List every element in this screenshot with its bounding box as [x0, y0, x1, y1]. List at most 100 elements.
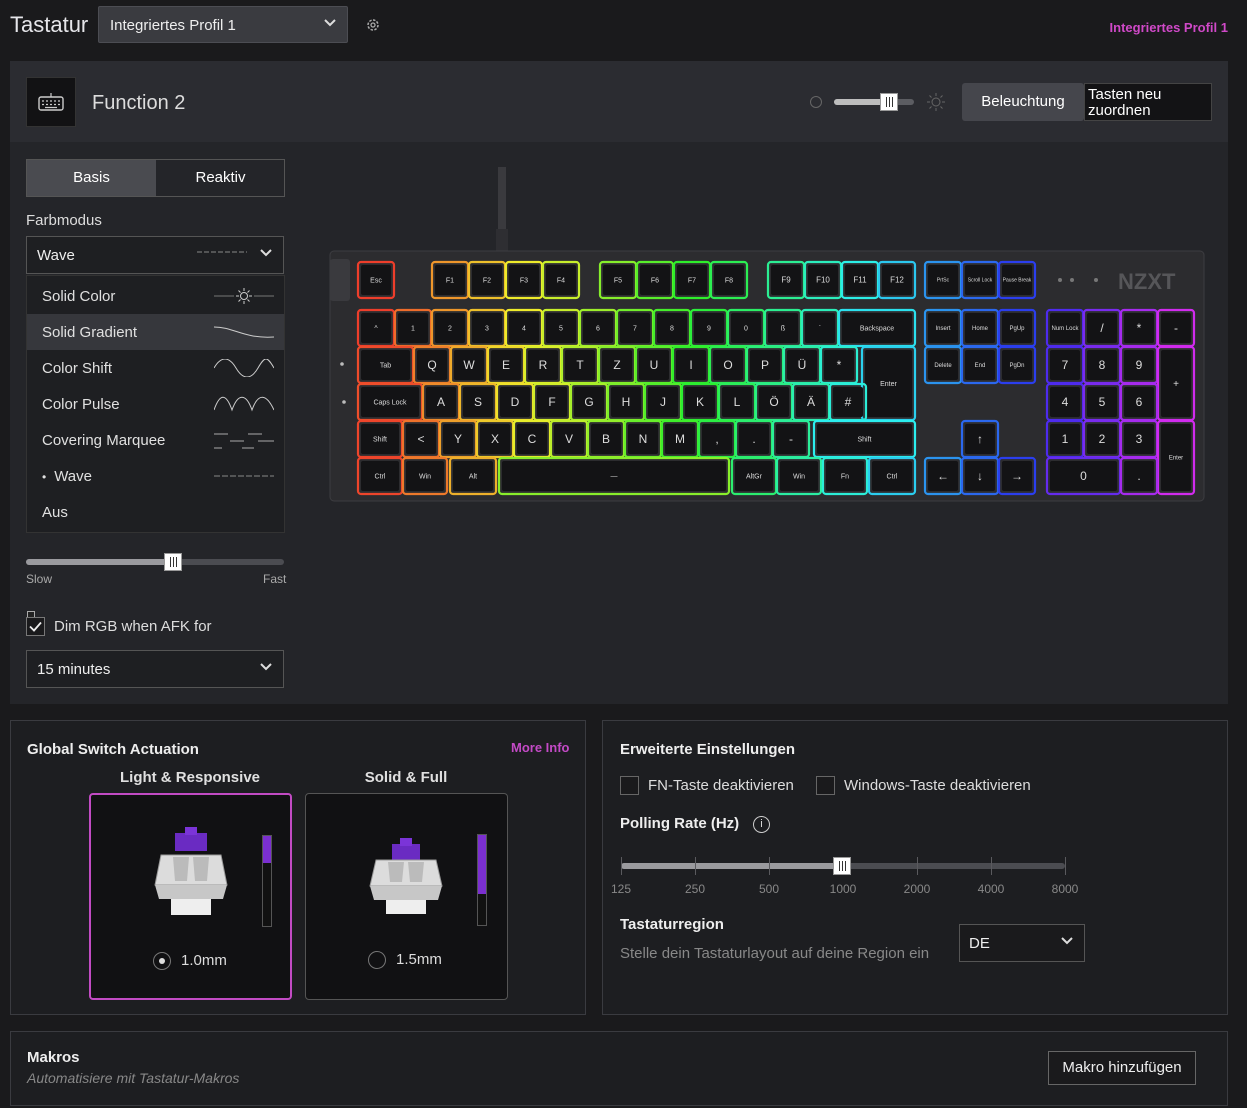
key[interactable]: N: [623, 419, 663, 459]
key[interactable]: O: [708, 345, 748, 385]
key[interactable]: PgUp: [997, 308, 1037, 348]
key[interactable]: Ctrl: [867, 456, 917, 496]
key[interactable]: PgDn: [997, 345, 1037, 385]
key[interactable]: I: [671, 345, 711, 385]
more-info-link[interactable]: More Info: [511, 740, 570, 755]
key[interactable]: Scroll Lock: [960, 260, 1000, 300]
radio-1-5mm[interactable]: [368, 951, 386, 969]
key[interactable]: S: [458, 382, 498, 422]
key[interactable]: G: [569, 382, 609, 422]
afk-duration-dropdown[interactable]: 15 minutes: [26, 650, 284, 688]
key[interactable]: ←: [923, 456, 963, 496]
remap-keys-button[interactable]: Tasten neu zuordnen: [1084, 83, 1212, 121]
option-solid-color[interactable]: Solid Color: [27, 278, 284, 314]
key[interactable]: ´: [800, 308, 840, 348]
key[interactable]: 4: [1045, 382, 1085, 422]
key[interactable]: Esc: [356, 260, 396, 300]
key[interactable]: F3: [504, 260, 544, 300]
key[interactable]: AltGr: [730, 456, 778, 496]
key[interactable]: End: [960, 345, 1000, 385]
key[interactable]: Ü: [782, 345, 822, 385]
option-covering-marquee[interactable]: Covering Marquee: [27, 422, 284, 458]
key[interactable]: 6: [1119, 382, 1159, 422]
key[interactable]: R: [523, 345, 563, 385]
key[interactable]: Delete: [923, 345, 963, 385]
option-color-shift[interactable]: Color Shift: [27, 350, 284, 386]
afk-checkbox[interactable]: [26, 617, 45, 636]
key[interactable]: Q: [412, 345, 452, 385]
lighting-button[interactable]: Beleuchtung: [962, 83, 1084, 121]
key[interactable]: *: [1119, 308, 1159, 348]
key[interactable]: F2: [467, 260, 507, 300]
key[interactable]: —: [497, 456, 731, 496]
key[interactable]: J: [643, 382, 683, 422]
option-solid-gradient[interactable]: Solid Gradient: [27, 314, 284, 350]
key[interactable]: 1: [1045, 419, 1085, 459]
key[interactable]: C: [512, 419, 552, 459]
key[interactable]: 3: [467, 308, 507, 348]
key[interactable]: Pause Break: [997, 260, 1037, 300]
key[interactable]: Shift: [356, 419, 404, 459]
tab-reaktiv[interactable]: Reaktiv: [156, 160, 285, 196]
key[interactable]: Fn: [821, 456, 869, 496]
key[interactable]: Alt: [448, 456, 498, 496]
key[interactable]: 5: [541, 308, 581, 348]
gear-icon[interactable]: [365, 17, 381, 33]
key[interactable]: /: [1082, 308, 1122, 348]
fn-key-checkbox[interactable]: [620, 776, 639, 795]
polling-rate-thumb[interactable]: [833, 857, 851, 875]
add-macro-button[interactable]: Makro hinzufügen: [1048, 1051, 1196, 1085]
key[interactable]: <: [401, 419, 441, 459]
key[interactable]: Enter: [1156, 419, 1196, 496]
key[interactable]: Backspace: [837, 308, 917, 348]
key[interactable]: →: [997, 456, 1037, 496]
key[interactable]: ,: [697, 419, 737, 459]
key[interactable]: F1: [430, 260, 470, 300]
key[interactable]: H: [606, 382, 646, 422]
key[interactable]: 7: [1045, 345, 1085, 385]
key[interactable]: Home: [960, 308, 1000, 348]
key[interactable]: Ä: [791, 382, 831, 422]
key[interactable]: #: [828, 382, 868, 422]
key[interactable]: F9: [766, 260, 806, 300]
key[interactable]: U: [634, 345, 674, 385]
key[interactable]: ^: [356, 308, 396, 348]
key[interactable]: Num Lock: [1045, 308, 1085, 348]
color-mode-dropdown[interactable]: Wave: [26, 236, 284, 274]
key[interactable]: 6: [578, 308, 618, 348]
key[interactable]: E: [486, 345, 526, 385]
key[interactable]: 2: [1082, 419, 1122, 459]
region-dropdown[interactable]: DE: [959, 924, 1085, 962]
key[interactable]: Insert: [923, 308, 963, 348]
key[interactable]: 5: [1082, 382, 1122, 422]
key[interactable]: Win: [401, 456, 449, 496]
key[interactable]: 0: [1045, 456, 1122, 496]
key[interactable]: F7: [672, 260, 712, 300]
key[interactable]: D: [495, 382, 535, 422]
key[interactable]: -: [1156, 308, 1196, 348]
key[interactable]: 0: [726, 308, 766, 348]
key[interactable]: ↑: [960, 419, 1000, 459]
key[interactable]: Enter: [860, 345, 917, 422]
option-color-pulse[interactable]: Color Pulse: [27, 386, 284, 422]
option-aus[interactable]: Aus: [27, 494, 284, 530]
key[interactable]: P: [745, 345, 785, 385]
key[interactable]: Caps Lock: [356, 382, 424, 422]
radio-1mm[interactable]: [153, 952, 171, 970]
key[interactable]: Shift: [812, 419, 917, 459]
key[interactable]: Tab: [356, 345, 415, 385]
key[interactable]: F11: [840, 260, 880, 300]
key[interactable]: F5: [598, 260, 638, 300]
key[interactable]: F8: [709, 260, 749, 300]
key[interactable]: X: [475, 419, 515, 459]
switch-card-light[interactable]: 1.0mm: [89, 793, 292, 1000]
key[interactable]: F10: [803, 260, 843, 300]
key[interactable]: K: [680, 382, 720, 422]
key[interactable]: -: [771, 419, 811, 459]
key[interactable]: F12: [877, 260, 917, 300]
key[interactable]: F6: [635, 260, 675, 300]
key[interactable]: V: [549, 419, 589, 459]
key[interactable]: W: [449, 345, 489, 385]
info-icon[interactable]: i: [753, 816, 770, 833]
windows-key-checkbox[interactable]: [816, 776, 835, 795]
